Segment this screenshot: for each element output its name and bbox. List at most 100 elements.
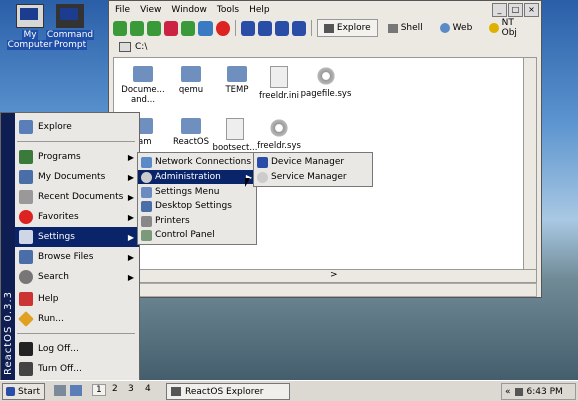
- start-icon: [6, 387, 15, 396]
- ntobj-tab-icon: [489, 23, 499, 33]
- home-icon[interactable]: [164, 20, 179, 36]
- file-item[interactable]: freeldr.sys: [254, 118, 304, 151]
- tab-ntobj[interactable]: NT Obj: [482, 18, 537, 38]
- browse-icon: [19, 250, 33, 264]
- tab-label: NT Obj: [501, 18, 517, 38]
- stop-icon[interactable]: [215, 20, 230, 36]
- file-name: ReactOS: [172, 137, 210, 147]
- tab-web[interactable]: Web: [433, 19, 480, 37]
- menu-item-browse[interactable]: Browse Files ▶: [15, 247, 139, 267]
- quicklaunch-desktop-icon[interactable]: [70, 385, 82, 396]
- monitor-icon: [257, 156, 268, 168]
- tile-vertical-icon[interactable]: [291, 20, 306, 36]
- submenu-item-settings-menu[interactable]: Settings Menu: [138, 185, 256, 199]
- file-item[interactable]: ReactOS: [166, 118, 216, 147]
- task-button-explorer[interactable]: ReactOS Explorer: [166, 383, 290, 400]
- forward-icon[interactable]: [130, 20, 145, 36]
- menu-view[interactable]: View: [140, 5, 161, 15]
- folder-icon: [133, 66, 153, 82]
- menu-item-programs[interactable]: Programs ▶: [15, 147, 139, 167]
- up-icon[interactable]: [147, 20, 162, 36]
- tab-label: Web: [452, 23, 473, 33]
- logoff-icon: [19, 342, 33, 356]
- chevron-right-icon: ▶: [127, 232, 134, 242]
- terminal-icon: [56, 4, 84, 28]
- cascade-icon[interactable]: [240, 20, 255, 36]
- menu-item-favorites[interactable]: Favorites ▶: [15, 207, 139, 227]
- address-bar[interactable]: C:\: [113, 39, 537, 55]
- menu-item-turnoff[interactable]: Turn Off...: [15, 359, 139, 379]
- start-button[interactable]: Start: [2, 383, 45, 400]
- menu-window[interactable]: Window: [171, 5, 207, 15]
- workspace-1[interactable]: 1: [92, 384, 106, 396]
- horizontal-scrollbar[interactable]: >: [113, 269, 537, 283]
- workspace-2[interactable]: 2: [112, 384, 118, 394]
- submenu-item-printers[interactable]: Printers: [138, 214, 256, 228]
- minimize-button[interactable]: _: [492, 3, 507, 17]
- desktop-icon-command-prompt[interactable]: Command Prompt: [44, 4, 96, 50]
- submenu-item-network[interactable]: Network Connections: [138, 155, 256, 169]
- system-tray: « 6:43 PM: [501, 383, 576, 400]
- desktop-icon-label: Command: [45, 30, 95, 40]
- file-icon: [226, 118, 244, 140]
- menu-item-recent[interactable]: Recent Documents ▶: [15, 187, 139, 207]
- submenu-item-device-manager[interactable]: Device Manager: [254, 155, 372, 169]
- chevron-right-icon: ▶: [127, 252, 134, 262]
- menu-file[interactable]: File: [115, 5, 130, 15]
- file-item[interactable]: freeldr.ini: [254, 66, 304, 101]
- scroll-right-arrow[interactable]: >: [330, 270, 338, 280]
- file-item[interactable]: qemu: [166, 66, 216, 95]
- administration-submenu: Device Manager Service Manager: [253, 152, 373, 187]
- tab-shell[interactable]: Shell: [381, 19, 430, 37]
- menu-item-documents[interactable]: My Documents ▶: [15, 167, 139, 187]
- menu-item-settings[interactable]: Settings ▶: [15, 227, 139, 247]
- search-icon[interactable]: [181, 20, 196, 36]
- tray-expand-button[interactable]: «: [505, 387, 511, 397]
- refresh-icon[interactable]: [198, 20, 213, 36]
- tile-horizontal-icon[interactable]: [274, 20, 289, 36]
- submenu-item-service-manager[interactable]: Service Manager: [254, 170, 372, 184]
- menu-item-explore[interactable]: Explore: [15, 117, 139, 137]
- file-item[interactable]: pagefile.sys: [298, 66, 354, 99]
- back-icon[interactable]: [113, 20, 128, 36]
- tab-label: Explore: [336, 23, 371, 33]
- maximize-button[interactable]: □: [508, 3, 523, 17]
- tile-icon[interactable]: [257, 20, 272, 36]
- file-item[interactable]: Docume... and...: [118, 66, 168, 105]
- menu-item-help[interactable]: Help: [15, 289, 139, 309]
- toolbar: Explore Shell Web NT Obj: [113, 18, 537, 38]
- explorer-icon: [171, 387, 181, 396]
- brand-strip: ReactOS 0.3.3: [1, 113, 15, 381]
- close-button[interactable]: ×: [524, 3, 539, 17]
- documents-icon: [19, 170, 33, 184]
- menu-item-label: Turn Off...: [38, 364, 82, 374]
- shell-tab-icon: [387, 23, 398, 33]
- clock[interactable]: 6:43 PM: [527, 387, 563, 397]
- submenu-item-control-panel[interactable]: Control Panel: [138, 228, 256, 242]
- desktop-icon-label: Prompt: [52, 40, 88, 50]
- workspace-3[interactable]: 3: [128, 384, 134, 394]
- heart-icon: [19, 210, 33, 224]
- menu-item-run[interactable]: Run...: [15, 309, 139, 329]
- submenu-item-desktop[interactable]: Desktop Settings: [138, 199, 256, 213]
- menu-help[interactable]: Help: [249, 5, 270, 15]
- quicklaunch-explorer-icon[interactable]: [54, 385, 66, 396]
- menu-item-label: Favorites: [38, 212, 79, 222]
- file-item[interactable]: bootsect...: [210, 118, 260, 153]
- file-name: freeldr.ini: [258, 91, 300, 101]
- volume-icon[interactable]: [514, 387, 523, 396]
- power-icon: [19, 362, 33, 376]
- menu-item-label: Settings: [38, 232, 75, 242]
- menu-tools[interactable]: Tools: [217, 5, 239, 15]
- menu-item-label: My Documents: [38, 172, 106, 182]
- vertical-scrollbar[interactable]: [523, 58, 536, 270]
- menu-item-label: Recent Documents: [38, 192, 124, 202]
- tab-explore[interactable]: Explore: [316, 19, 378, 37]
- window-controls: _ □ ×: [492, 3, 539, 17]
- submenu-item-label: Desktop Settings: [155, 201, 232, 211]
- submenu-item-administration[interactable]: Administration ▶: [138, 170, 256, 184]
- menu-item-logoff[interactable]: Log Off...: [15, 339, 139, 359]
- task-label: ReactOS Explorer: [185, 386, 264, 397]
- menu-item-search[interactable]: Search ▶: [15, 267, 139, 287]
- workspace-4[interactable]: 4: [145, 384, 151, 394]
